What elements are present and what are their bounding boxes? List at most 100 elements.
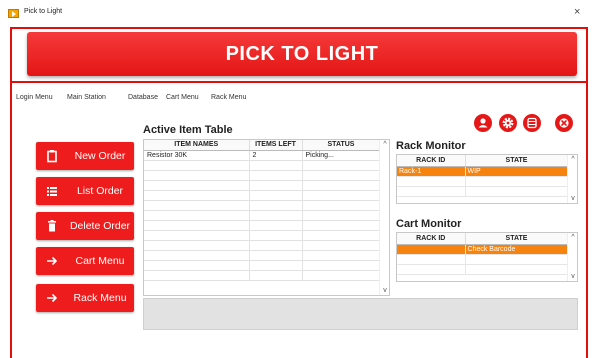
table-cell (144, 260, 250, 271)
cart-monitor-table: RACK ID STATE Check Barcode ^ v (396, 232, 578, 282)
clipboard-icon (47, 150, 57, 163)
table-cell (397, 186, 466, 197)
table-cell (465, 254, 569, 265)
table-header-row: RACK ID STATE (397, 155, 569, 167)
table-cell (144, 250, 250, 261)
database-icon (527, 117, 537, 129)
table-row[interactable] (144, 240, 381, 251)
table-cell (465, 176, 569, 187)
delete-order-button[interactable]: Delete Order (36, 212, 134, 240)
table-cell (302, 210, 381, 221)
scroll-down-icon[interactable]: v (569, 195, 577, 202)
rack-menu-button[interactable]: Rack Menu (36, 284, 134, 312)
table-cell (249, 190, 303, 201)
status-bar (143, 298, 578, 330)
user-button[interactable] (474, 114, 492, 132)
table-cell (302, 240, 381, 251)
table-cell (249, 180, 303, 191)
cart-monitor-scrollbar[interactable]: ^ v (567, 233, 577, 281)
settings-button[interactable] (499, 114, 517, 132)
menu-cart[interactable]: Cart Menu (166, 94, 199, 101)
menu-login[interactable]: Login Menu (16, 94, 53, 101)
table-cell (302, 190, 381, 201)
table-row[interactable] (397, 264, 569, 275)
scroll-down-icon[interactable]: v (569, 273, 577, 280)
column-header: RACK ID (397, 233, 466, 245)
table-cell (249, 170, 303, 181)
table-header-row: RACK ID STATE (397, 233, 569, 245)
list-icon (47, 187, 57, 196)
table-header-row: ITEM NAMES ITEMS LEFT STATUS (144, 140, 381, 151)
new-order-button[interactable]: New Order (36, 142, 134, 170)
table-row[interactable]: Rack-1 WIP (397, 166, 569, 177)
table-cell (302, 200, 381, 211)
window-close-button[interactable]: × (574, 6, 580, 18)
scroll-down-icon[interactable]: v (381, 287, 389, 294)
table-row[interactable] (397, 176, 569, 187)
table-cell (144, 170, 250, 181)
table-row[interactable] (144, 260, 381, 271)
table-cell (144, 220, 250, 231)
scroll-up-icon[interactable]: ^ (569, 156, 577, 163)
table-row[interactable] (144, 180, 381, 191)
table-row[interactable]: Resistor 30K 2 Picking... (144, 150, 381, 161)
table-cell (302, 180, 381, 191)
table-cell (144, 230, 250, 241)
table-cell: Resistor 30K (144, 150, 250, 161)
table-cell (302, 220, 381, 231)
window-title: Pick to Light (24, 8, 63, 15)
menu-rack[interactable]: Rack Menu (211, 94, 246, 101)
table-cell (249, 220, 303, 231)
exit-button[interactable] (555, 114, 573, 132)
table-cell: Picking... (302, 150, 381, 161)
active-table-scrollbar[interactable]: ^ v (379, 140, 389, 295)
table-row[interactable] (144, 270, 381, 281)
table-row[interactable] (397, 186, 569, 197)
table-cell (397, 254, 466, 265)
database-button[interactable] (523, 114, 541, 132)
table-row[interactable] (144, 210, 381, 221)
table-cell (465, 186, 569, 197)
table-row[interactable] (144, 230, 381, 241)
table-cell (302, 170, 381, 181)
table-cell (249, 260, 303, 271)
gear-icon (502, 117, 514, 129)
table-row[interactable] (144, 220, 381, 231)
trash-icon (48, 220, 56, 232)
scroll-up-icon[interactable]: ^ (569, 234, 577, 241)
active-table-title: Active Item Table (143, 124, 233, 136)
table-row[interactable] (144, 190, 381, 201)
list-order-label: List Order (76, 185, 124, 197)
table-cell (249, 200, 303, 211)
table-cell (144, 200, 250, 211)
arrow-right-icon (47, 293, 58, 303)
menu-main-station[interactable]: Main Station (67, 94, 106, 101)
menu-database[interactable]: Database (128, 94, 158, 101)
table-row[interactable] (144, 170, 381, 181)
scroll-up-icon[interactable]: ^ (381, 141, 389, 148)
column-header: STATE (465, 233, 569, 245)
cart-monitor-title: Cart Monitor (396, 218, 462, 230)
active-item-table: ITEM NAMES ITEMS LEFT STATUS Resistor 30… (143, 139, 390, 296)
rack-monitor-table: RACK ID STATE Rack-1 WIP ^ v (396, 154, 578, 204)
column-header: STATE (465, 155, 569, 167)
table-row[interactable] (397, 254, 569, 265)
cart-menu-label: Cart Menu (75, 255, 125, 267)
table-cell (249, 250, 303, 261)
table-row[interactable] (144, 200, 381, 211)
table-cell (249, 210, 303, 221)
cart-menu-button[interactable]: Cart Menu (36, 247, 134, 275)
table-cell (302, 230, 381, 241)
table-cell: 2 (249, 150, 303, 161)
table-cell (144, 240, 250, 251)
table-cell (302, 270, 381, 281)
list-order-button[interactable]: List Order (36, 177, 134, 205)
table-cell (249, 160, 303, 171)
table-cell (249, 240, 303, 251)
table-row[interactable] (144, 160, 381, 171)
column-header: ITEMS LEFT (249, 140, 303, 151)
rack-monitor-scrollbar[interactable]: ^ v (567, 155, 577, 203)
table-row[interactable] (144, 250, 381, 261)
table-row[interactable]: Check Barcode (397, 244, 569, 255)
table-cell (302, 250, 381, 261)
